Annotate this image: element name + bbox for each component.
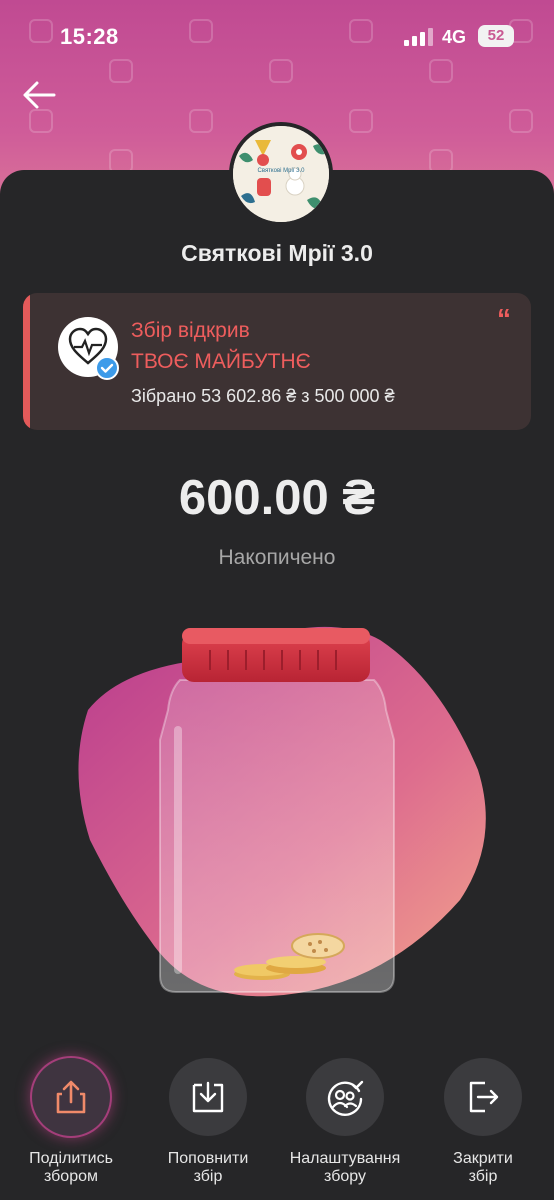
signal-icon [404,28,433,46]
close-jar-button[interactable]: Закрити збір [423,1058,543,1186]
page-title: Святкові Мрії 3.0 [181,240,373,266]
settings-label: Налаштування збору [285,1150,405,1186]
close-button-circle[interactable] [444,1058,522,1136]
network-type: 4G [442,27,467,47]
deposit-label: Поповнити збір [148,1150,268,1186]
deposit-label-line2: збір [193,1168,223,1185]
action-bar: Поділитись збором Поповнити збір Налашту… [0,1058,554,1200]
verified-badge-icon [95,356,119,380]
jar-amount: 600.00 ₴ [178,471,376,525]
organizer-label: Збір відкрив [131,319,250,342]
settings-button[interactable]: Налаштування збору [285,1058,405,1186]
battery-level: 52 [478,25,514,47]
close-label-line1: Закрити [453,1150,513,1167]
settings-icon [327,1080,364,1116]
holiday-avatar-image: Святкові Мрії 3.0 [233,126,329,222]
jar-illustration [78,626,486,997]
settings-button-circle[interactable] [306,1058,384,1136]
share-jar-button[interactable]: Поділитись збором [11,1058,131,1186]
deposit-button-circle[interactable] [169,1058,247,1136]
organizer-name: ТВОЄ МАЙБУТНЄ [131,350,311,373]
settings-label-line1: Налаштування [289,1150,401,1167]
exit-icon [469,1081,499,1113]
quote-icon: “ [497,303,511,334]
accent-stripe [23,293,30,430]
avatar-caption: Святкові Мрії 3.0 [257,168,305,174]
organizer-card[interactable]: Збір відкрив ТВОЄ МАЙБУТНЄ Зібрано 53 60… [23,293,531,430]
status-time: 15:28 [60,24,119,49]
jar-avatar[interactable]: Святкові Мрії 3.0 [229,122,333,226]
close-label: Закрити збір [423,1150,543,1186]
close-label-line2: збір [468,1168,498,1185]
status-bar: 15:28 4G 52 [0,0,554,72]
share-label: Поділитись збором [11,1150,131,1186]
share-button-circle[interactable] [32,1058,110,1136]
jar-amount-label: Накопичено [218,546,336,569]
share-label-line2: збором [43,1168,98,1185]
deposit-label-line1: Поповнити [167,1150,249,1167]
deposit-icon [192,1081,224,1113]
organizer-progress: Зібрано 53 602.86 ₴ з 500 000 ₴ [131,386,395,406]
share-label-line1: Поділитись [29,1150,113,1167]
deposit-button[interactable]: Поповнити збір [148,1058,268,1186]
settings-label-line2: збору [324,1168,366,1185]
share-icon [56,1080,86,1114]
back-button[interactable] [22,80,56,110]
